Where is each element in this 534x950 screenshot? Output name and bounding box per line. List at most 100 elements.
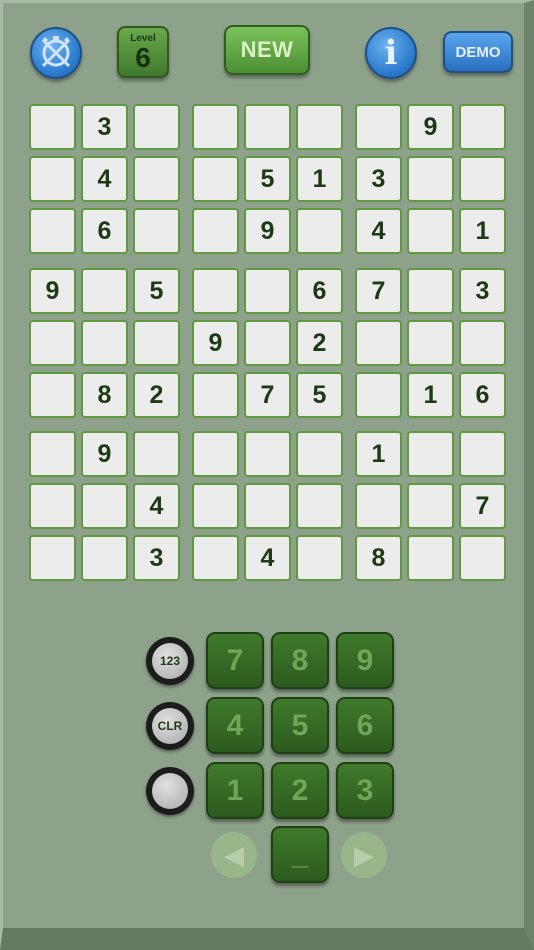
grid-cell[interactable]: 9	[81, 431, 128, 477]
info-button[interactable]: i	[365, 27, 417, 79]
grid-cell[interactable]: 4	[133, 483, 180, 529]
grid-cell[interactable]: 3	[355, 156, 402, 202]
grid-cell[interactable]	[296, 208, 343, 254]
grid-cell[interactable]	[296, 431, 343, 477]
grid-cell[interactable]	[81, 268, 128, 314]
grid-cell[interactable]	[192, 372, 239, 418]
grid-cell[interactable]: 6	[296, 268, 343, 314]
grid-cell[interactable]	[192, 535, 239, 581]
grid-cell[interactable]: 1	[459, 208, 506, 254]
number-mode-toggle[interactable]: 123	[146, 637, 194, 685]
grid-cell[interactable]	[81, 535, 128, 581]
grid-cell[interactable]: 1	[407, 372, 454, 418]
grid-cell[interactable]: 7	[355, 268, 402, 314]
grid-cell[interactable]	[459, 156, 506, 202]
grid-cell[interactable]: 3	[459, 268, 506, 314]
grid-cell[interactable]	[81, 320, 128, 366]
grid-cell[interactable]	[133, 208, 180, 254]
grid-cell[interactable]	[459, 320, 506, 366]
key-6[interactable]: 6	[336, 697, 394, 754]
grid-cell[interactable]	[192, 268, 239, 314]
previous-arrow-button[interactable]: ◀	[211, 832, 257, 878]
grid-cell[interactable]	[407, 535, 454, 581]
clear-button[interactable]: CLR	[146, 702, 194, 750]
demo-button[interactable]: DEMO	[443, 31, 513, 73]
grid-cell[interactable]	[29, 431, 76, 477]
key-8[interactable]: 8	[271, 632, 329, 689]
grid-cell[interactable]: 9	[192, 320, 239, 366]
grid-cell[interactable]	[407, 208, 454, 254]
key-5[interactable]: 5	[271, 697, 329, 754]
key-2[interactable]: 2	[271, 762, 329, 819]
grid-cell[interactable]	[133, 156, 180, 202]
pencil-mode-button[interactable]	[146, 767, 194, 815]
grid-cell[interactable]: 8	[81, 372, 128, 418]
grid-cell[interactable]	[407, 431, 454, 477]
grid-cell[interactable]	[192, 208, 239, 254]
grid-cell[interactable]: 9	[29, 268, 76, 314]
grid-cell[interactable]	[192, 156, 239, 202]
grid-cell[interactable]: 5	[296, 372, 343, 418]
grid-cell[interactable]	[244, 104, 291, 150]
grid-cell[interactable]: 4	[81, 156, 128, 202]
grid-cell[interactable]: 5	[244, 156, 291, 202]
grid-cell[interactable]: 3	[81, 104, 128, 150]
grid-cell[interactable]	[133, 104, 180, 150]
grid-cell[interactable]: 1	[296, 156, 343, 202]
key-1[interactable]: 1	[206, 762, 264, 819]
next-arrow-button[interactable]: ▶	[341, 832, 387, 878]
key-underscore[interactable]: _	[271, 826, 329, 883]
key-4[interactable]: 4	[206, 697, 264, 754]
grid-cell[interactable]	[29, 483, 76, 529]
grid-cell[interactable]	[29, 104, 76, 150]
key-3[interactable]: 3	[336, 762, 394, 819]
grid-cell[interactable]	[29, 535, 76, 581]
grid-cell[interactable]	[355, 320, 402, 366]
grid-cell[interactable]: 6	[81, 208, 128, 254]
grid-cell[interactable]	[459, 535, 506, 581]
level-button[interactable]: Level 6	[117, 26, 169, 78]
grid-cell[interactable]: 9	[407, 104, 454, 150]
grid-cell[interactable]: 3	[133, 535, 180, 581]
grid-cell[interactable]	[407, 268, 454, 314]
grid-cell[interactable]	[192, 104, 239, 150]
grid-cell[interactable]: 7	[244, 372, 291, 418]
grid-cell[interactable]	[407, 320, 454, 366]
grid-cell[interactable]	[81, 483, 128, 529]
key-9[interactable]: 9	[336, 632, 394, 689]
key-7[interactable]: 7	[206, 632, 264, 689]
grid-cell[interactable]	[296, 483, 343, 529]
grid-cell[interactable]: 6	[459, 372, 506, 418]
grid-cell[interactable]	[244, 268, 291, 314]
grid-cell[interactable]	[29, 156, 76, 202]
grid-cell[interactable]	[407, 483, 454, 529]
grid-cell[interactable]: 7	[459, 483, 506, 529]
grid-cell[interactable]	[29, 372, 76, 418]
grid-cell[interactable]	[407, 156, 454, 202]
grid-cell[interactable]	[355, 483, 402, 529]
grid-cell[interactable]: 4	[355, 208, 402, 254]
grid-cell[interactable]	[244, 483, 291, 529]
grid-cell[interactable]: 4	[244, 535, 291, 581]
grid-cell[interactable]	[459, 431, 506, 477]
grid-cell[interactable]	[244, 431, 291, 477]
grid-cell[interactable]	[29, 320, 76, 366]
grid-cell[interactable]	[459, 104, 506, 150]
grid-cell[interactable]: 2	[296, 320, 343, 366]
new-game-button[interactable]: NEW	[224, 25, 310, 75]
grid-cell[interactable]: 5	[133, 268, 180, 314]
grid-cell[interactable]	[244, 320, 291, 366]
grid-cell[interactable]	[296, 104, 343, 150]
grid-cell[interactable]: 9	[244, 208, 291, 254]
grid-cell[interactable]	[355, 104, 402, 150]
grid-cell[interactable]	[296, 535, 343, 581]
grid-cell[interactable]	[29, 208, 76, 254]
grid-cell[interactable]	[355, 372, 402, 418]
grid-cell[interactable]: 1	[355, 431, 402, 477]
grid-cell[interactable]	[133, 320, 180, 366]
grid-cell[interactable]: 8	[355, 535, 402, 581]
grid-cell[interactable]	[192, 431, 239, 477]
grid-cell[interactable]	[133, 431, 180, 477]
grid-cell[interactable]	[192, 483, 239, 529]
grid-cell[interactable]: 2	[133, 372, 180, 418]
